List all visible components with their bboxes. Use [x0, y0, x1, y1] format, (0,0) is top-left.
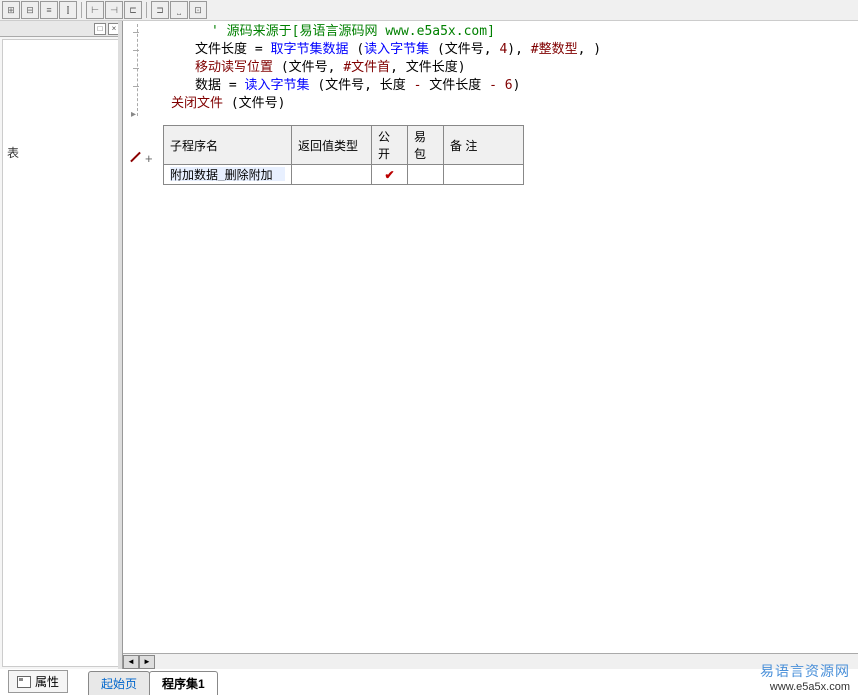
bottom-bar: 属性 起始页 程序集1 易语言资源网 www.e5a5x.com — [0, 669, 858, 695]
code-line-3[interactable]: 移动读写位置 (文件号, #文件首, 文件长度) — [163, 59, 858, 77]
pencil-icon — [129, 151, 143, 165]
code-line-comment[interactable]: ' 源码来源于[易语言源码网 www.e5a5x.com] — [163, 23, 858, 41]
tab-start-page[interactable]: 起始页 — [88, 671, 150, 695]
toolbar-btn-2[interactable]: ⊟ — [21, 1, 39, 19]
subroutine-table: 子程序名 返回值类型 公开 易包 备 注 ✔ — [163, 125, 524, 185]
table-header-row: 子程序名 返回值类型 公开 易包 备 注 — [164, 126, 524, 165]
properties-label: 属性 — [35, 673, 59, 690]
main-area: □ × 表 ▸ ' 源码来源于[易语言源码网 www.e5a5x.com] 文件… — [0, 21, 858, 669]
toolbar-btn-3[interactable]: ≡ — [40, 1, 58, 19]
header-remark: 备 注 — [444, 126, 524, 165]
left-panel: □ × 表 — [0, 21, 123, 669]
code-editor[interactable]: ▸ ' 源码来源于[易语言源码网 www.e5a5x.com] 文件长度 = 取… — [123, 21, 858, 669]
toolbar-btn-7[interactable]: ⊏ — [124, 1, 142, 19]
gutter-tick — [133, 68, 139, 69]
left-panel-header: □ × — [0, 21, 122, 37]
header-name: 子程序名 — [164, 126, 292, 165]
toolbar-btn-10[interactable]: ⊡ — [189, 1, 207, 19]
horizontal-scrollbar[interactable]: ◄ ► — [123, 653, 858, 669]
toolbar-btn-8[interactable]: ⊐ — [151, 1, 169, 19]
header-return-type: 返回值类型 — [292, 126, 372, 165]
left-panel-label: 表 — [7, 144, 115, 161]
toolbar-btn-1[interactable]: ⊞ — [2, 1, 20, 19]
tab-program-set[interactable]: 程序集1 — [149, 671, 218, 695]
code-line-4[interactable]: 数据 = 读入字节集 (文件号, 长度 - 文件长度 - 6) — [163, 77, 858, 95]
header-public: 公开 — [372, 126, 408, 165]
scroll-left-button[interactable]: ◄ — [123, 655, 139, 669]
code-line-2[interactable]: 文件长度 = 取字节集数据 (读入字节集 (文件号, 4), #整数型, ) — [163, 41, 858, 59]
properties-tab[interactable]: 属性 — [8, 670, 68, 693]
gutter-arrow-icon: ▸ — [131, 109, 136, 120]
watermark: 易语言资源网 www.e5a5x.com — [760, 661, 850, 693]
subroutine-name-input[interactable] — [170, 167, 285, 181]
code-line-5[interactable]: 关闭文件 (文件号) — [163, 95, 858, 113]
toolbar-btn-5[interactable]: ⊢ — [86, 1, 104, 19]
editor-tabs: 起始页 程序集1 — [88, 671, 217, 695]
toolbar-btn-9[interactable]: ⎵ — [170, 1, 188, 19]
table-row[interactable]: ✔ — [164, 165, 524, 185]
panel-pin-icon[interactable]: □ — [94, 23, 106, 35]
header-yibao: 易包 — [408, 126, 444, 165]
left-panel-content: 表 — [2, 39, 120, 667]
cell-return-type[interactable] — [292, 165, 372, 185]
toolbar: ⊞ ⊟ ≡ ⫿ ⊢ ⊣ ⊏ ⊐ ⎵ ⊡ — [0, 0, 858, 21]
cell-public[interactable]: ✔ — [372, 165, 408, 185]
toolbar-btn-6[interactable]: ⊣ — [105, 1, 123, 19]
gutter-tick — [133, 86, 139, 87]
left-scroll[interactable] — [118, 21, 122, 669]
watermark-url: www.e5a5x.com — [760, 681, 850, 693]
gutter-tick — [133, 32, 139, 33]
properties-icon — [17, 676, 31, 688]
subroutine-table-wrap: + 子程序名 返回值类型 公开 易包 备 注 ✔ — [163, 125, 858, 185]
cell-name[interactable] — [164, 165, 292, 185]
code-content: ' 源码来源于[易语言源码网 www.e5a5x.com] 文件长度 = 取字节… — [123, 21, 858, 185]
cell-remark[interactable] — [444, 165, 524, 185]
gutter-tick — [133, 50, 139, 51]
watermark-title: 易语言资源网 — [760, 661, 850, 681]
checkmark-icon: ✔ — [378, 168, 401, 182]
scroll-right-button[interactable]: ► — [139, 655, 155, 669]
add-row-button[interactable]: + — [145, 151, 153, 166]
toolbar-btn-4[interactable]: ⫿ — [59, 1, 77, 19]
cell-yibao[interactable] — [408, 165, 444, 185]
gutter-line — [137, 24, 138, 116]
